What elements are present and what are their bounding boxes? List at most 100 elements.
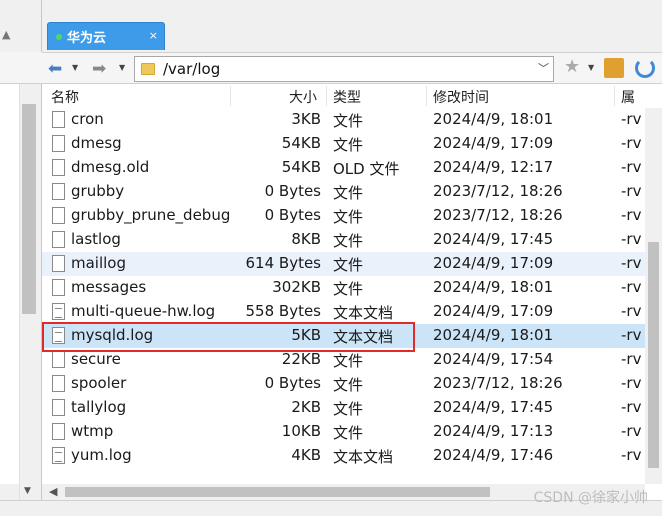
text-document-icon [52,303,65,320]
file-icon [52,279,65,296]
remote-file-list[interactable]: ^ 名称 大小 类型 修改时间 属 cron 3KB 文件 2024/4/9, … [42,84,662,500]
scrollbar-thumb[interactable] [648,242,659,468]
col-name[interactable]: 名称 [51,87,79,107]
file-type: 文件 [333,424,364,442]
tab-huaweicloud[interactable]: 华为云 × [47,22,165,50]
back-dropdown-icon[interactable]: ▼ [72,63,78,72]
bookmark-star-icon[interactable]: ★ [564,56,580,77]
file-icon [52,111,65,128]
file-row[interactable]: tallylog 2KB 文件 2024/4/9, 17:45 -rv [42,396,662,420]
file-icon [52,423,65,440]
scroll-down-arrow-icon[interactable]: ▼ [24,486,31,496]
col-modified[interactable]: 修改时间 [433,87,489,107]
file-size: 54KB [281,158,321,176]
scrollbar-thumb[interactable] [65,487,490,497]
tab-bar: 华为云 × [42,18,662,52]
file-size: 2KB [291,398,321,416]
file-icon [52,351,65,368]
file-modified: 2024/4/9, 17:09 [433,254,554,272]
file-type: 文件 [333,352,364,370]
file-type: 文件 [333,400,364,418]
sort-ascending-icon: ^ [135,84,144,91]
file-row[interactable]: spooler 0 Bytes 文件 2023/7/12, 18:26 -rv [42,372,662,396]
file-icon [52,375,65,392]
col-size[interactable]: 大小 [289,87,317,107]
file-name: dmesg [71,134,122,152]
file-name: spooler [71,374,127,392]
file-perm: -rv [621,278,642,296]
file-icon [52,207,65,224]
file-row[interactable]: wtmp 10KB 文件 2024/4/9, 17:13 -rv [42,420,662,444]
toolbar: ⬅ ▼ ➡ ▼ /var/log ﹀ ★ ▼ [42,52,662,84]
left-scrollbar[interactable]: ▼ [19,84,37,500]
file-icon [52,159,65,176]
vertical-scrollbar[interactable] [645,108,662,484]
file-modified: 2024/4/9, 12:17 [433,158,554,176]
file-modified: 2024/4/9, 17:54 [433,350,554,368]
scroll-left-arrow-icon[interactable]: ◀ [49,485,57,498]
folder-icon [141,63,155,75]
file-type: 文本文档 [333,304,394,322]
chevron-down-icon[interactable]: ▲ [2,28,10,41]
file-name: grubby [71,182,125,200]
scrollbar-thumb[interactable] [22,104,36,314]
file-name: grubby_prune_debug [71,206,231,224]
file-type: 文件 [333,208,364,226]
file-type: 文件 [333,112,364,130]
back-arrow-icon[interactable]: ⬅ [48,57,62,81]
file-row[interactable]: maillog 614 Bytes 文件 2024/4/9, 17:09 -rv [42,252,662,276]
column-divider[interactable] [614,86,615,106]
file-row[interactable]: messages 302KB 文件 2024/4/9, 18:01 -rv [42,276,662,300]
bookmark-dropdown-icon[interactable]: ▼ [588,63,594,72]
file-icon [52,231,65,248]
file-row[interactable]: grubby_prune_debug 0 Bytes 文件 2023/7/12,… [42,204,662,228]
file-row[interactable]: yum.log 4KB 文本文档 2024/4/9, 17:46 -rv [42,444,662,468]
forward-arrow-icon[interactable]: ➡ [92,57,106,81]
chevron-down-icon[interactable]: ﹀ [538,60,549,76]
file-size: 302KB [272,278,321,296]
file-modified: 2023/7/12, 18:26 [433,206,563,224]
col-type[interactable]: 类型 [333,87,361,107]
col-attrs[interactable]: 属 [621,87,635,107]
file-type: 文件 [333,376,364,394]
file-modified: 2024/4/9, 18:01 [433,326,554,344]
home-icon[interactable] [604,58,624,78]
file-modified: 2024/4/9, 17:45 [433,230,554,248]
file-row[interactable]: lastlog 8KB 文件 2024/4/9, 17:45 -rv [42,228,662,252]
file-icon [52,399,65,416]
file-perm: -rv [621,158,642,176]
file-type: 文件 [333,232,364,250]
file-perm: -rv [621,302,642,320]
file-perm: -rv [621,446,642,464]
file-row[interactable]: dmesg 54KB 文件 2024/4/9, 17:09 -rv [42,132,662,156]
forward-dropdown-icon[interactable]: ▼ [119,63,125,72]
file-row[interactable]: grubby 0 Bytes 文件 2023/7/12, 18:26 -rv [42,180,662,204]
column-divider[interactable] [230,86,231,106]
file-size: 22KB [281,350,321,368]
file-row[interactable]: multi-queue-hw.log 558 Bytes 文本文档 2024/4… [42,300,662,324]
file-type: 文本文档 [333,448,394,466]
file-name: cron [71,110,104,128]
file-size: 8KB [291,230,321,248]
file-size: 54KB [281,134,321,152]
address-path[interactable]: /var/log [163,60,220,78]
file-size: 3KB [291,110,321,128]
column-header: ^ 名称 大小 类型 修改时间 属 [42,84,662,108]
file-name: maillog [71,254,127,272]
file-type: 文件 [333,256,364,274]
file-modified: 2023/7/12, 18:26 [433,182,563,200]
file-modified: 2024/4/9, 17:13 [433,422,554,440]
address-bar[interactable]: /var/log ﹀ [134,56,554,82]
close-icon[interactable]: × [149,29,158,42]
text-document-icon [52,447,65,464]
file-name: lastlog [71,230,121,248]
file-row[interactable]: cron 3KB 文件 2024/4/9, 18:01 -rv [42,108,662,132]
column-divider[interactable] [326,86,327,106]
column-divider[interactable] [426,86,427,106]
file-name: multi-queue-hw.log [71,302,216,320]
refresh-icon[interactable] [635,58,655,78]
file-perm: -rv [621,350,642,368]
file-perm: -rv [621,422,642,440]
file-row[interactable]: dmesg.old 54KB OLD 文件 2024/4/9, 12:17 -r… [42,156,662,180]
file-perm: -rv [621,230,642,248]
